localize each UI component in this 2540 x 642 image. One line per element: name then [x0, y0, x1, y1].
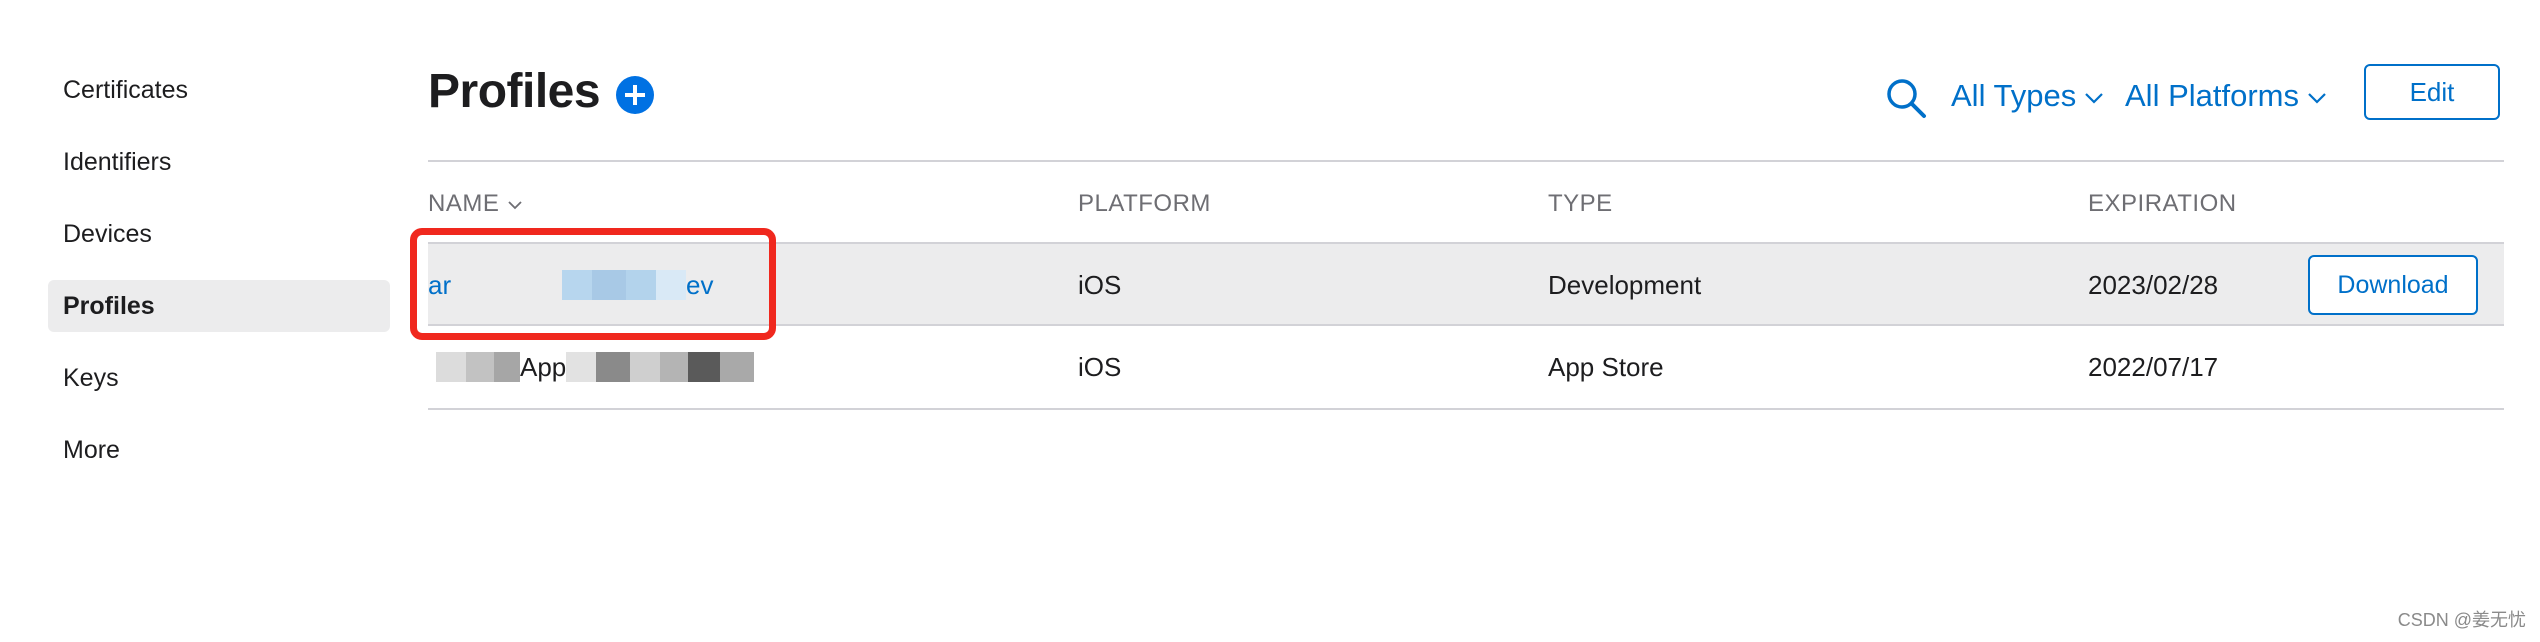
chevron-down-icon — [2085, 93, 2103, 104]
redacted-block — [592, 270, 626, 300]
profile-name-link[interactable]: ar — [428, 244, 451, 326]
platforms-filter-label: All Platforms — [2125, 78, 2299, 113]
chevron-down-icon — [2308, 93, 2326, 104]
redacted-block — [688, 352, 720, 382]
redacted-block — [626, 270, 656, 300]
profile-name-link[interactable]: ev — [686, 244, 713, 326]
sidebar-item-keys[interactable]: Keys — [48, 352, 390, 404]
add-profile-button[interactable] — [616, 76, 654, 114]
redacted-block — [562, 270, 592, 300]
expiration-cell: 2022/07/17 — [2088, 352, 2219, 382]
redacted-block — [494, 352, 520, 382]
sidebar-item-identifiers[interactable]: Identifiers — [48, 136, 390, 188]
column-header-expiration: EXPIRATION — [2088, 190, 2237, 217]
search-icon[interactable] — [1884, 76, 1928, 120]
column-header-name[interactable]: NAME — [428, 190, 523, 218]
divider — [428, 160, 2504, 162]
type-cell: App Store — [1548, 352, 1664, 382]
sidebar-item-label: Devices — [63, 220, 152, 248]
sidebar-item-more[interactable]: More — [48, 424, 390, 476]
column-header-label: NAME — [428, 190, 500, 217]
sidebar-item-label: Identifiers — [63, 148, 172, 176]
redacted-block — [436, 352, 466, 382]
platform-cell: iOS — [1078, 270, 1122, 300]
profile-name-cell[interactable]: ar ev — [428, 244, 788, 326]
chevron-down-icon — [508, 201, 522, 209]
profile-name-cell[interactable]: App — [428, 326, 788, 408]
sidebar-item-label: Certificates — [63, 76, 189, 104]
redacted-block — [656, 270, 686, 300]
sidebar-item-label: Profiles — [63, 292, 155, 320]
type-cell: Development — [1548, 270, 1702, 300]
platforms-filter-dropdown[interactable]: All Platforms — [2125, 74, 2327, 118]
profile-name-text: App — [520, 352, 567, 382]
expiration-cell: 2023/02/28 — [2088, 270, 2219, 300]
sidebar-item-certificates[interactable]: Certificates — [48, 64, 390, 116]
redacted-block — [720, 352, 754, 382]
types-filter-label: All Types — [1951, 78, 2077, 113]
table-row[interactable]: ar ev iOS Development 2023/02/28 Downloa… — [428, 242, 2504, 326]
sidebar-item-devices[interactable]: Devices — [48, 208, 390, 260]
types-filter-dropdown[interactable]: All Types — [1951, 74, 2104, 118]
sidebar-item-label: More — [63, 436, 120, 464]
platform-cell: iOS — [1078, 352, 1122, 382]
sidebar-item-label: Keys — [63, 364, 119, 392]
download-button[interactable]: Download — [2308, 255, 2478, 315]
redacted-block — [630, 352, 660, 382]
redacted-block — [660, 352, 688, 382]
watermark: CSDN @姜无忧 — [2397, 610, 2526, 630]
sidebar-nav: Certificates Identifiers Devices Profile… — [48, 64, 390, 496]
redacted-block — [596, 352, 630, 382]
edit-button[interactable]: Edit — [2364, 64, 2500, 120]
column-header-type: TYPE — [1548, 190, 1613, 217]
table-row[interactable]: App iOS App Store 2022/07/17 — [428, 324, 2504, 410]
redacted-block — [466, 352, 494, 382]
column-header-platform: PLATFORM — [1078, 190, 1211, 217]
sidebar-item-profiles[interactable]: Profiles — [48, 280, 390, 332]
page-title: Profiles — [428, 65, 601, 118]
